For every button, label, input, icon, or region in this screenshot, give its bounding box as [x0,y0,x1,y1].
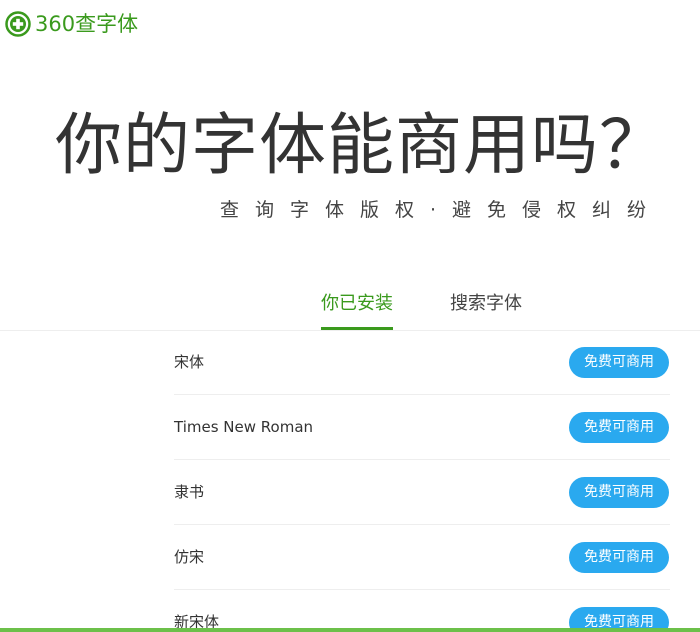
license-status-button[interactable]: 免费可商用 [569,542,669,573]
hero-title: 你的字体能商用吗？ [55,106,667,184]
list-item: 宋体 免费可商用 [174,330,670,395]
font-name: 宋体 [174,353,205,371]
font-name: Times New Roman [174,418,314,436]
bottom-accent-bar [0,628,700,632]
page: 360查字体 你的字体能商用吗？ 查询字体版权·避免侵权纠纷 你已安装 搜索字体… [0,0,700,632]
brand-name: 360查字体 [35,12,139,36]
plus-circle-icon [5,11,31,37]
license-status-button[interactable]: 免费可商用 [569,347,669,378]
tab-installed[interactable]: 你已安装 [321,290,393,318]
font-name: 仿宋 [174,548,205,566]
list-item: 隶书 免费可商用 [174,460,670,525]
license-status-button[interactable]: 免费可商用 [569,477,669,508]
tab-search-font[interactable]: 搜索字体 [450,290,522,318]
font-list: 宋体 免费可商用 Times New Roman 免费可商用 隶书 免费可商用 … [174,330,670,632]
list-item: Times New Roman 免费可商用 [174,395,670,460]
tab-bar: 你已安装 搜索字体 [0,284,700,331]
license-status-button[interactable]: 免费可商用 [569,412,669,443]
list-item: 仿宋 免费可商用 [174,525,670,590]
brand-logo[interactable]: 360查字体 [5,9,138,39]
list-item: 新宋体 免费可商用 [174,590,670,632]
font-name: 隶书 [174,483,205,501]
hero-subtitle: 查询字体版权·避免侵权纠纷 [219,199,662,221]
